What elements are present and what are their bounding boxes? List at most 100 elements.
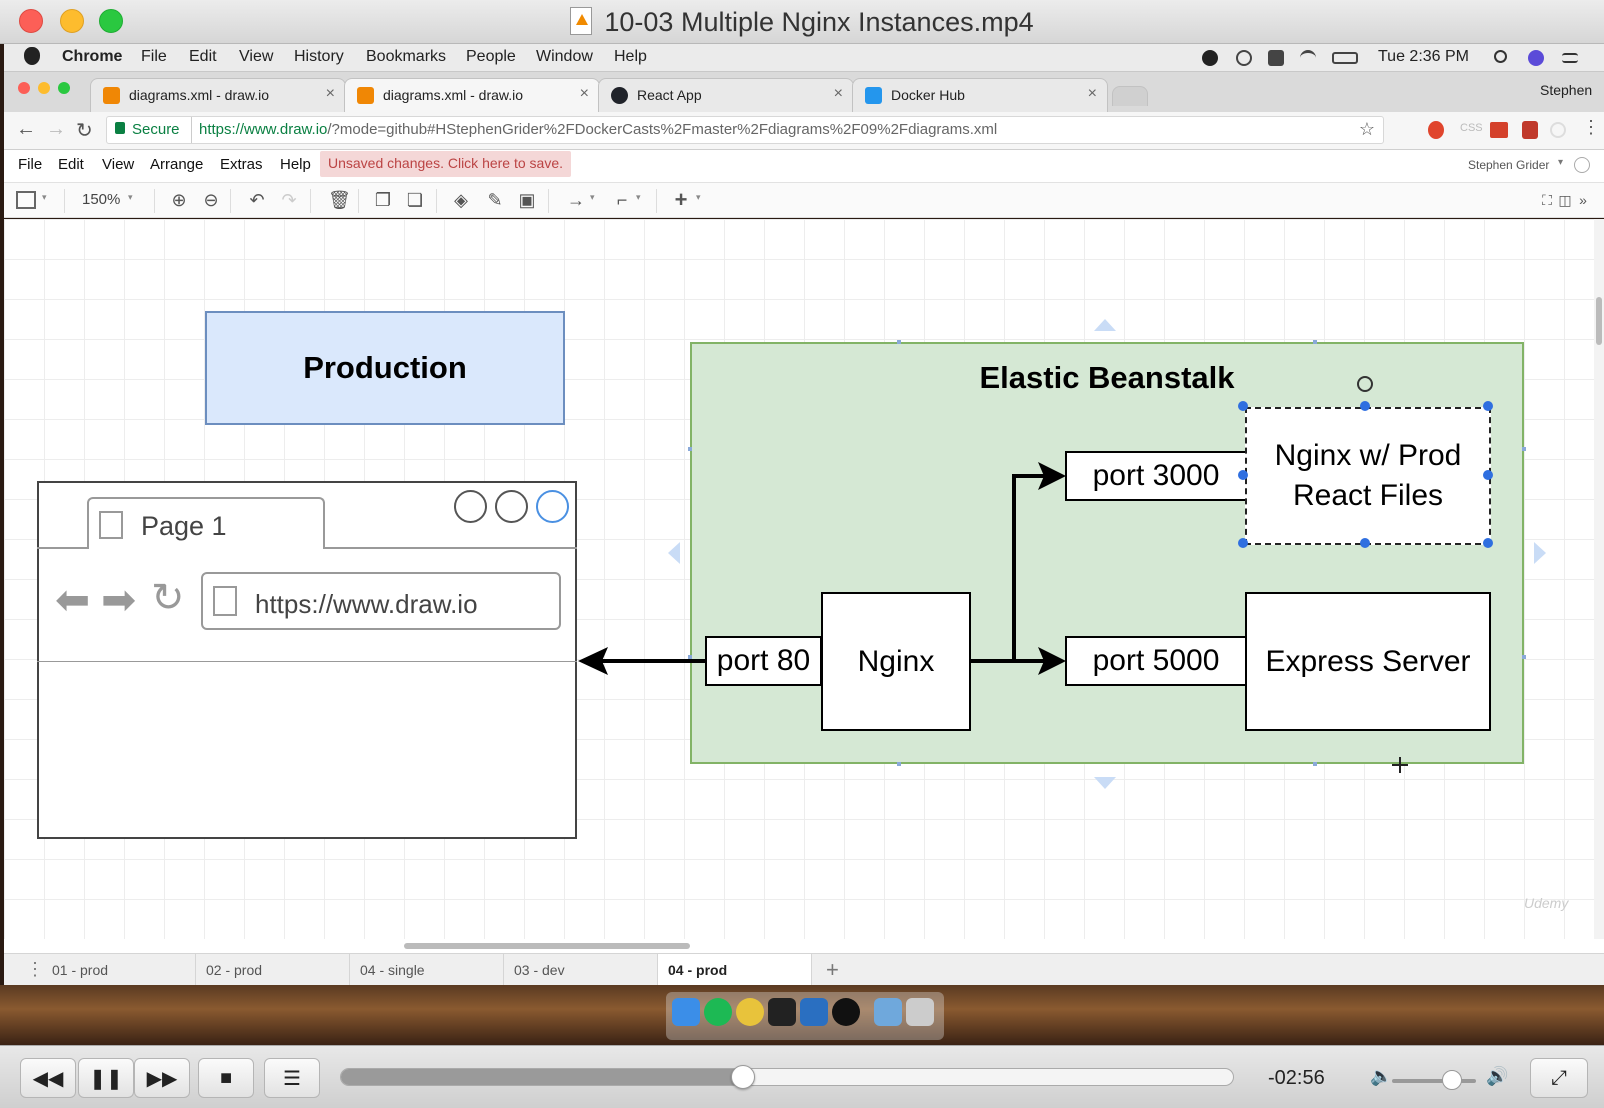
scroll-thumb[interactable] <box>404 943 690 949</box>
browser-minimize-button[interactable] <box>38 82 50 94</box>
resize-handle[interactable] <box>1483 538 1493 548</box>
spotlight-search-icon[interactable] <box>1494 50 1507 63</box>
playback-scrubber[interactable] <box>340 1065 1234 1089</box>
format-panel-icon[interactable] <box>16 191 36 209</box>
close-tab-icon[interactable]: × <box>1088 85 1097 103</box>
drawio-menu-arrange[interactable]: Arrange <box>150 156 203 173</box>
menu-view[interactable]: View <box>239 48 273 66</box>
fill-color-icon[interactable]: ◈ <box>452 191 470 209</box>
menu-history[interactable]: History <box>294 48 344 66</box>
page-tab[interactable]: 04 - single <box>350 954 504 986</box>
horizontal-scrollbar[interactable] <box>4 939 1604 953</box>
rotate-handle-icon[interactable] <box>1357 376 1373 392</box>
drawio-menu-view[interactable]: View <box>102 156 134 173</box>
panel-toggle-icon[interactable]: ◫ <box>1556 191 1574 209</box>
obs-icon[interactable] <box>832 998 860 1026</box>
close-tab-icon[interactable]: × <box>834 85 843 103</box>
rewind-button[interactable]: ◀◀ <box>20 1058 76 1098</box>
chevron-down-icon[interactable]: ▾ <box>590 192 595 203</box>
browser-tab-active[interactable]: diagrams.xml - draw.io × <box>344 78 600 112</box>
pause-button[interactable]: ❚❚ <box>78 1058 134 1098</box>
drawio-menu-edit[interactable]: Edit <box>58 156 84 173</box>
apple-icon[interactable] <box>24 47 40 65</box>
shadow-icon[interactable]: ▣ <box>518 191 536 209</box>
browser-tab[interactable]: Docker Hub × <box>852 78 1108 112</box>
drawio-menu-file[interactable]: File <box>18 156 42 173</box>
chevron-down-icon[interactable]: ▾ <box>128 192 133 203</box>
opera-status-icon[interactable] <box>1202 50 1218 66</box>
zoom-level[interactable]: 150% <box>82 191 120 208</box>
to-back-icon[interactable]: ❏ <box>406 191 424 209</box>
glasses-status-icon[interactable] <box>1236 50 1252 66</box>
chevron-down-icon[interactable]: ▾ <box>42 192 47 203</box>
undo-icon[interactable]: ↶ <box>248 191 266 209</box>
add-page-icon[interactable]: + <box>826 957 839 983</box>
profile-name[interactable]: Stephen <box>1540 82 1592 98</box>
menu-window[interactable]: Window <box>536 48 593 66</box>
drawio-menu-help[interactable]: Help <box>280 156 311 173</box>
page-tab-active[interactable]: 04 - prod <box>658 954 812 986</box>
playlist-button[interactable]: ☰ <box>264 1058 320 1098</box>
browser-tab[interactable]: React App × <box>598 78 854 112</box>
reload-icon[interactable]: ↻ <box>76 118 93 143</box>
chrome-icon[interactable] <box>736 998 764 1026</box>
scrubber-knob[interactable] <box>731 1065 756 1089</box>
browser-zoom-button[interactable] <box>58 82 70 94</box>
css-extension-icon[interactable]: CSS <box>1460 122 1483 134</box>
back-icon[interactable]: ← <box>16 118 36 141</box>
resize-handle[interactable] <box>1238 538 1248 548</box>
menu-bookmarks[interactable]: Bookmarks <box>366 48 446 66</box>
extension-icon[interactable] <box>1550 122 1566 138</box>
menu-app-chrome[interactable]: Chrome <box>62 48 122 66</box>
waypoints-icon[interactable]: ⌐ <box>610 191 634 209</box>
trash-icon[interactable] <box>906 998 934 1026</box>
redo-icon[interactable]: ↷ <box>280 191 298 209</box>
spotify-icon[interactable] <box>704 998 732 1026</box>
bookmark-star-icon[interactable]: ☆ <box>1359 119 1375 140</box>
zoom-in-icon[interactable]: ⊕ <box>170 191 188 209</box>
vscode-icon[interactable] <box>800 998 828 1026</box>
vertical-scrollbar[interactable] <box>1594 219 1604 939</box>
downloads-folder-icon[interactable] <box>874 998 902 1026</box>
user-name[interactable]: Stephen Grider <box>1468 158 1549 172</box>
browser-close-button[interactable] <box>18 82 30 94</box>
forward-icon[interactable]: → <box>46 118 66 141</box>
resize-handle[interactable] <box>1483 470 1493 480</box>
lastpass-extension-icon[interactable] <box>1490 122 1508 138</box>
user-dropdown-icon[interactable]: ▾ <box>1558 157 1563 168</box>
fullscreen-button[interactable]: ⤢ <box>1530 1058 1588 1098</box>
volume-knob[interactable] <box>1442 1070 1463 1090</box>
siri-icon[interactable] <box>1528 50 1544 66</box>
resize-handle[interactable] <box>1360 401 1370 411</box>
resize-handle[interactable] <box>1238 470 1248 480</box>
delete-icon[interactable]: 🗑 <box>328 191 351 209</box>
battery-icon[interactable] <box>1332 52 1358 64</box>
zoom-out-icon[interactable]: ⊖ <box>202 191 220 209</box>
resize-handle[interactable] <box>1360 538 1370 548</box>
chrome-menu-icon[interactable]: ⋮ <box>1582 117 1600 138</box>
resize-handle[interactable] <box>1483 401 1493 411</box>
finder-icon[interactable] <box>672 998 700 1026</box>
drawing-canvas[interactable]: Production Page 1 ⬅ ➡ ↻ https://www.draw… <box>4 219 1594 939</box>
close-tab-icon[interactable]: × <box>580 85 589 103</box>
language-globe-icon[interactable] <box>1574 157 1590 173</box>
menu-file[interactable]: File <box>141 48 167 66</box>
stop-button[interactable]: ■ <box>198 1058 254 1098</box>
drawio-menu-extras[interactable]: Extras <box>220 156 263 173</box>
page-tab[interactable]: 02 - prod <box>196 954 350 986</box>
menu-edit[interactable]: Edit <box>189 48 217 66</box>
fast-forward-button[interactable]: ▶▶ <box>134 1058 190 1098</box>
line-color-icon[interactable]: ✎ <box>486 191 504 209</box>
page-tab[interactable]: 01 - prod <box>42 954 196 986</box>
page-tab[interactable]: 03 - dev <box>504 954 658 986</box>
scroll-thumb[interactable] <box>1596 297 1602 345</box>
notification-center-icon[interactable] <box>1562 53 1578 63</box>
volume-low-icon[interactable]: 🔈 <box>1370 1066 1392 1087</box>
browser-tab[interactable]: diagrams.xml - draw.io × <box>90 78 346 112</box>
new-tab-button[interactable] <box>1112 86 1148 106</box>
resize-handle[interactable] <box>1238 401 1248 411</box>
chevron-down-icon[interactable]: ▾ <box>696 192 701 203</box>
opera-extension-icon[interactable] <box>1428 121 1444 139</box>
docker-status-icon[interactable] <box>1268 50 1284 66</box>
connection-icon[interactable]: → <box>564 191 588 209</box>
